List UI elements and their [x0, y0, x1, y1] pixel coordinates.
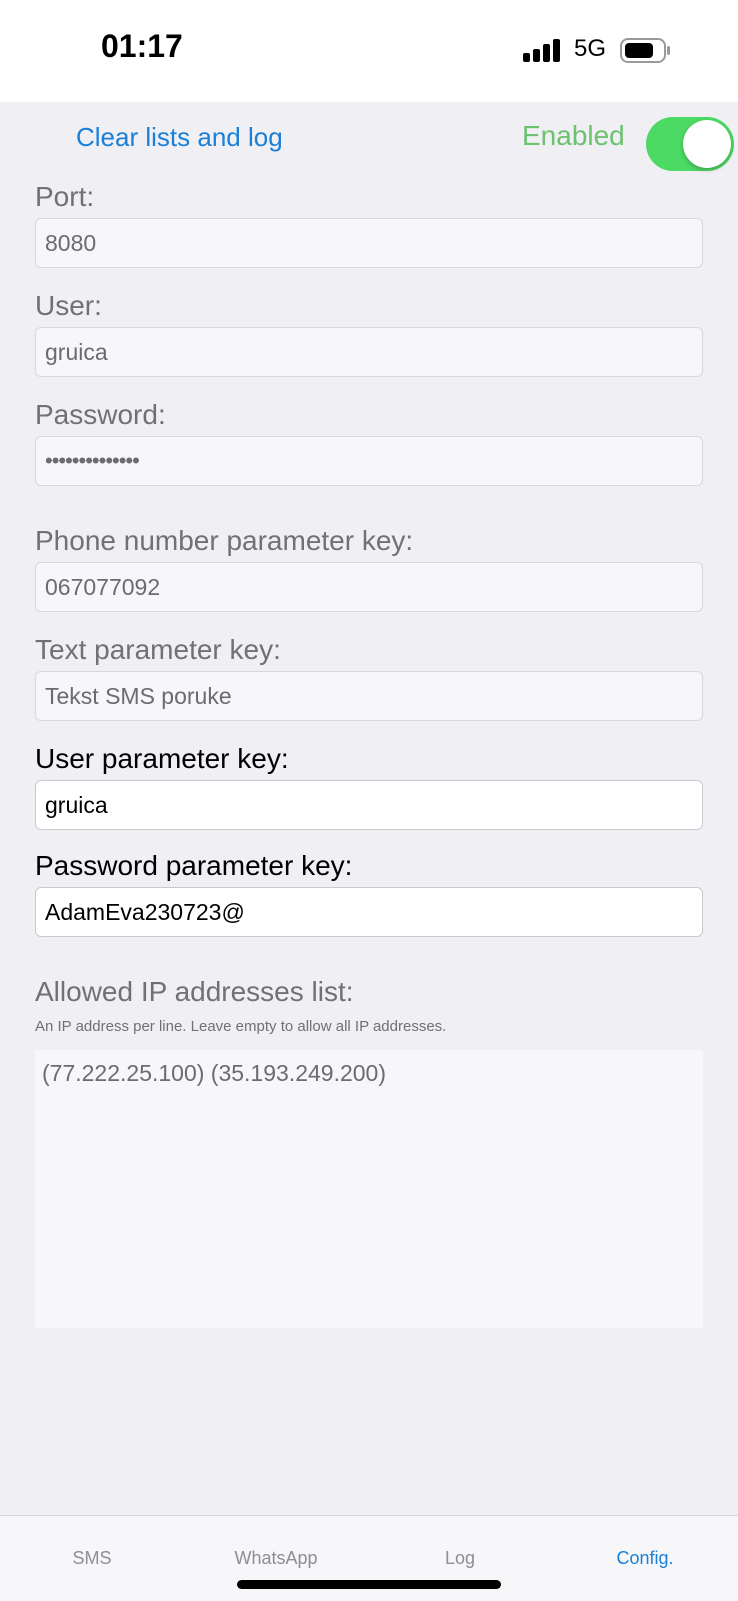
text-key-field[interactable]: Tekst SMS poruke — [35, 671, 703, 721]
network-type: 5G — [574, 35, 607, 62]
status-bar: 01:17 5G — [0, 0, 738, 102]
tab-whatsapp[interactable]: WhatsApp — [184, 1548, 368, 1569]
text-key-label: Text parameter key: — [35, 634, 281, 665]
password-label: Password: — [35, 399, 166, 430]
password-key-field[interactable]: AdamEva230723@ — [35, 887, 703, 937]
enabled-label: Enabled — [522, 120, 625, 151]
home-indicator — [237, 1580, 501, 1589]
user-field[interactable]: gruica — [35, 327, 703, 377]
enabled-toggle[interactable] — [646, 117, 734, 171]
password-key-label: Password parameter key: — [35, 850, 353, 881]
port-field[interactable]: 8080 — [35, 218, 703, 268]
tab-sms[interactable]: SMS — [0, 1548, 184, 1569]
battery-icon — [620, 38, 672, 69]
clear-lists-button[interactable]: Clear lists and log — [76, 122, 283, 153]
tab-config[interactable]: Config. — [553, 1548, 737, 1569]
ip-list-hint: An IP address per line. Leave empty to a… — [35, 1018, 447, 1035]
phone-key-field[interactable]: 067077092 — [35, 562, 703, 612]
user-key-field[interactable]: gruica — [35, 780, 703, 830]
signal-icon — [523, 39, 563, 70]
phone-key-label: Phone number parameter key: — [35, 525, 414, 556]
tab-log[interactable]: Log — [368, 1548, 552, 1569]
ip-list-textarea[interactable]: (77.222.25.100) (35.193.249.200) — [35, 1050, 703, 1328]
user-key-label: User parameter key: — [35, 743, 289, 774]
user-label: User: — [35, 290, 102, 321]
toggle-knob — [683, 120, 731, 168]
port-label: Port: — [35, 181, 95, 212]
tab-bar: SMS WhatsApp Log Config. — [0, 1515, 738, 1601]
header-row: Clear lists and log Enabled — [0, 102, 738, 172]
status-time: 01:17 — [101, 28, 183, 64]
ip-list-label: Allowed IP addresses list: — [35, 976, 354, 1007]
password-field[interactable]: •••••••••••••• — [35, 436, 703, 486]
